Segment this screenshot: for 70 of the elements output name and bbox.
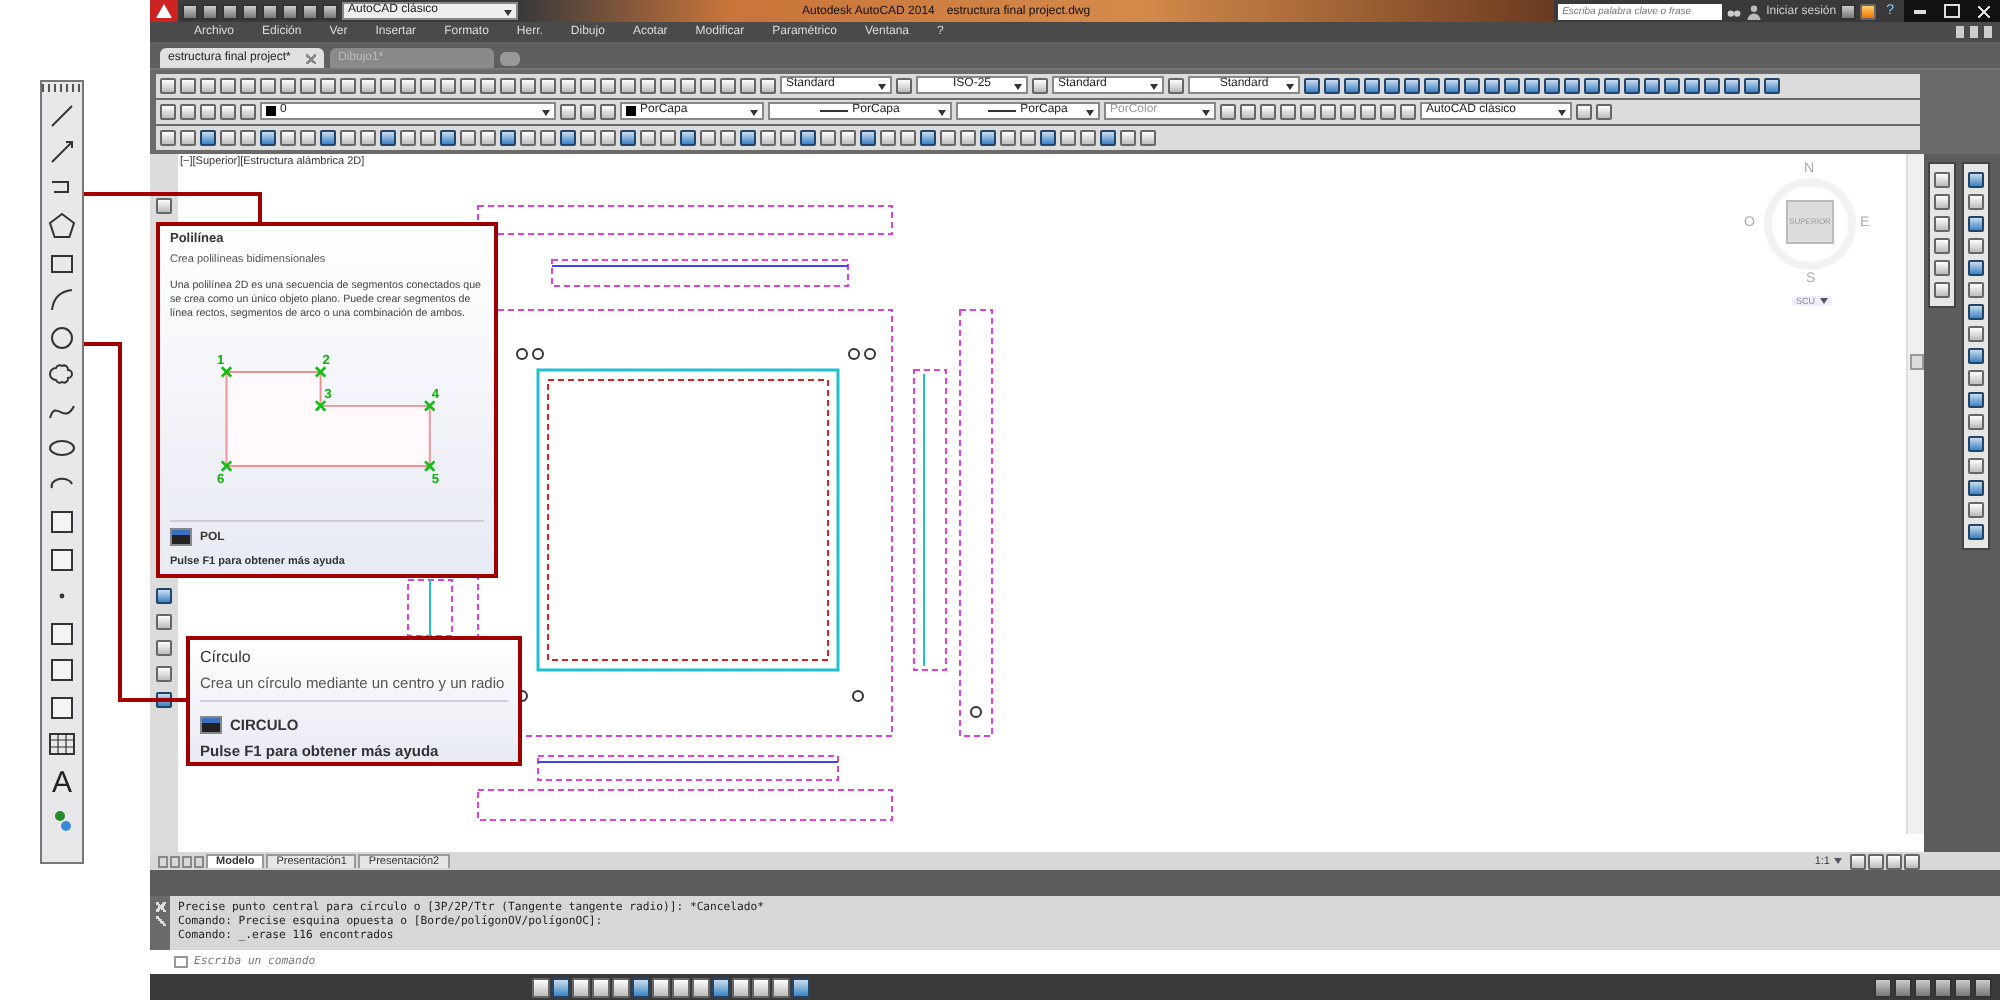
app-store-icon[interactable] bbox=[1860, 3, 1877, 19]
caret-icon bbox=[1286, 84, 1294, 91]
tool-icon[interactable] bbox=[156, 197, 172, 214]
tool-icon[interactable] bbox=[1894, 977, 1912, 998]
status-toggle-icon[interactable] bbox=[572, 977, 590, 998]
small-circle bbox=[864, 347, 876, 360]
status-toggle-icon[interactable] bbox=[652, 977, 670, 998]
multileader-style-icon[interactable] bbox=[1168, 77, 1184, 94]
small-circle bbox=[848, 347, 860, 360]
dimension-style-icon[interactable] bbox=[896, 77, 912, 94]
exchange-icon[interactable] bbox=[1840, 3, 1857, 19]
status-toggle-icon[interactable] bbox=[592, 977, 610, 998]
wrench-icon[interactable] bbox=[155, 916, 165, 927]
small-circle bbox=[970, 705, 982, 718]
status-toggle-icon[interactable] bbox=[532, 977, 550, 998]
tool-icon[interactable] bbox=[1974, 977, 1992, 998]
status-toggle-icon[interactable] bbox=[792, 977, 810, 998]
table-icon[interactable] bbox=[48, 730, 76, 758]
vertex-marker-icon bbox=[423, 460, 436, 473]
table-style-icon[interactable] bbox=[1032, 77, 1048, 94]
circle-icon[interactable] bbox=[48, 323, 76, 351]
command-icon bbox=[200, 716, 222, 734]
tooltip-title: Círculo bbox=[200, 648, 253, 666]
text-tool-button[interactable]: A bbox=[46, 767, 78, 797]
tool-icon[interactable] bbox=[1934, 977, 1952, 998]
vertex-marker-icon bbox=[220, 365, 233, 378]
caret-icon bbox=[1150, 84, 1158, 91]
command-prompt-icon[interactable] bbox=[174, 956, 188, 969]
tool-icon[interactable] bbox=[1914, 977, 1932, 998]
small-circle bbox=[852, 689, 864, 702]
small-circle bbox=[532, 347, 544, 360]
caret-icon bbox=[878, 84, 886, 91]
line-icon[interactable] bbox=[48, 101, 76, 129]
status-toggle-icon[interactable] bbox=[672, 977, 690, 998]
command-icon bbox=[170, 528, 192, 546]
status-toggle-icon[interactable] bbox=[632, 977, 650, 998]
status-toggle-icon[interactable] bbox=[712, 977, 730, 998]
status-toggle-icon[interactable] bbox=[752, 977, 770, 998]
tool-icon[interactable] bbox=[1874, 977, 1892, 998]
small-circle bbox=[516, 347, 528, 360]
tool-icon[interactable] bbox=[1954, 977, 1972, 998]
text-style-icon[interactable] bbox=[760, 77, 776, 94]
caret-icon bbox=[750, 110, 758, 117]
pentagon-icon[interactable] bbox=[48, 212, 76, 240]
user-icon[interactable] bbox=[1746, 3, 1763, 19]
caret-icon bbox=[1558, 110, 1566, 117]
status-toggle-icon[interactable] bbox=[732, 977, 750, 998]
scrollbar[interactable] bbox=[1906, 153, 1924, 834]
caret-icon bbox=[1014, 84, 1022, 91]
arc-icon[interactable] bbox=[48, 286, 76, 314]
status-toggle-icon[interactable] bbox=[772, 977, 790, 998]
caret-icon bbox=[938, 110, 946, 117]
ellipse-icon[interactable] bbox=[48, 434, 76, 462]
caret-icon bbox=[1202, 110, 1210, 117]
vertex-marker-icon bbox=[423, 399, 436, 412]
status-toggle-icon[interactable] bbox=[552, 977, 570, 998]
app-logo-icon[interactable] bbox=[150, 0, 178, 22]
rectangle-icon[interactable] bbox=[48, 249, 76, 277]
beam-outline bbox=[407, 578, 453, 637]
document-controls-icon[interactable] bbox=[1956, 26, 1992, 38]
vertex-marker-icon bbox=[220, 460, 233, 473]
caret-icon bbox=[1086, 110, 1094, 117]
caret-icon bbox=[504, 10, 512, 16]
ray-line-icon[interactable] bbox=[48, 138, 76, 166]
status-toggle-icon[interactable] bbox=[692, 977, 710, 998]
status-toggle-icon[interactable] bbox=[612, 977, 630, 998]
caret-icon bbox=[542, 110, 550, 117]
vertex-marker-icon bbox=[314, 365, 327, 378]
cloud-icon[interactable] bbox=[48, 360, 76, 388]
vertex-marker-icon bbox=[314, 399, 327, 412]
